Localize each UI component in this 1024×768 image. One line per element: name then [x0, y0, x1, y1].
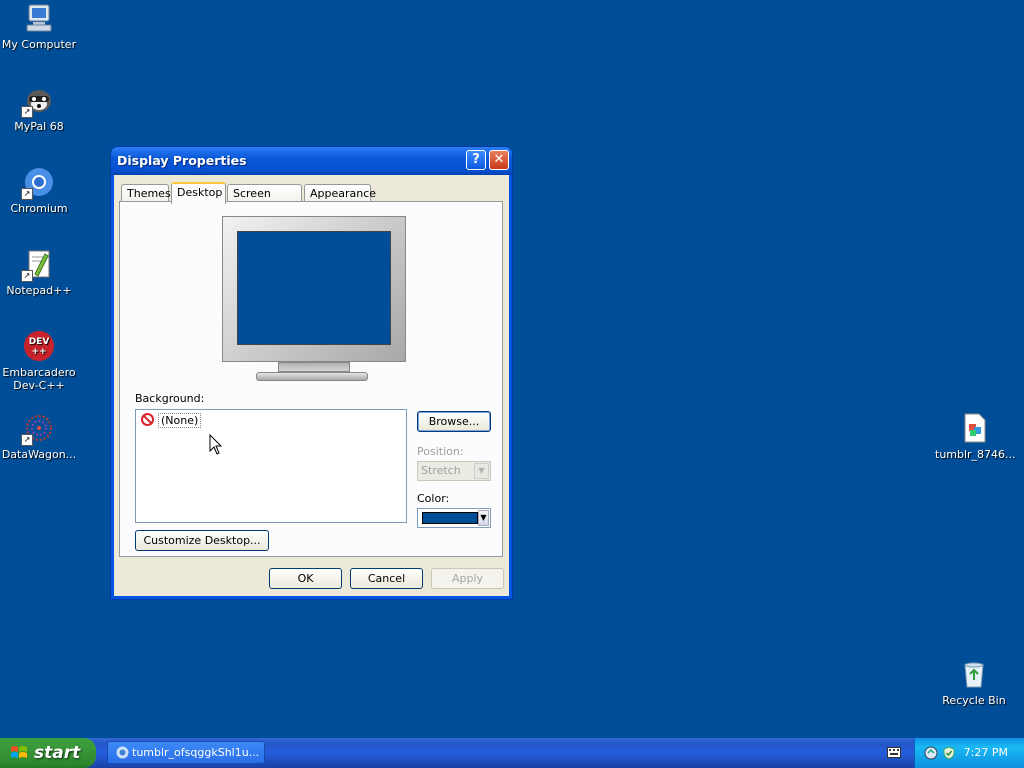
title-bar[interactable]: Display Properties ? ✕	[111, 147, 512, 175]
recycle-bin-icon	[958, 658, 990, 690]
start-label: start	[34, 743, 81, 763]
close-icon: ✕	[493, 152, 505, 167]
color-label: Color:	[417, 492, 450, 505]
taskbar-window-label: tumblr_ofsqggkShl1u...	[132, 746, 260, 759]
desktop-icon-notepadpp[interactable]: ↗ Notepad++	[0, 248, 78, 297]
help-button[interactable]: ?	[466, 150, 486, 170]
apply-button[interactable]: Apply	[431, 568, 504, 589]
desktop-icon-my-computer[interactable]: My Computer	[0, 2, 78, 51]
tab-themes[interactable]: Themes	[121, 184, 171, 202]
desktop-icon-mypal[interactable]: ↗ MyPal 68	[0, 84, 78, 133]
desktop-icon-label: Chromium	[10, 202, 68, 215]
desktop-icon-label: Recycle Bin	[942, 694, 1006, 707]
windows-logo-icon	[11, 746, 27, 758]
cancel-button[interactable]: Cancel	[350, 568, 423, 589]
shortcut-arrow-icon: ↗	[21, 106, 33, 118]
position-value: Stretch	[421, 464, 461, 477]
help-icon: ?	[472, 152, 480, 167]
display-properties-dialog: Display Properties ? ✕ Themes Desktop Sc…	[111, 147, 512, 599]
svg-text:DEV: DEV	[29, 337, 50, 347]
chromium-icon	[116, 746, 129, 759]
dialog-client-area: Themes Desktop Screen Saver Appearance B…	[114, 175, 509, 596]
tab-screen-saver[interactable]: Screen Saver	[227, 184, 302, 217]
image-file-icon	[958, 412, 990, 444]
security-shield-icon[interactable]	[942, 746, 956, 760]
tab-desktop[interactable]: Desktop	[171, 182, 226, 204]
network-icon[interactable]	[924, 746, 938, 760]
position-label: Position:	[417, 445, 464, 458]
desktop-icon-label: DataWagon...	[1, 448, 77, 461]
ok-button[interactable]: OK	[269, 568, 342, 589]
browse-button[interactable]: Browse...	[417, 411, 491, 432]
start-button[interactable]: start	[0, 738, 96, 768]
color-swatch	[422, 512, 478, 524]
tab-appearance[interactable]: Appearance	[304, 184, 376, 202]
desktop-icon-label: My Computer	[1, 38, 77, 51]
keyboard-icon[interactable]	[887, 747, 901, 758]
desktop-icon-devcpp[interactable]: DEV ++ Embarcadero Dev-C++	[0, 330, 78, 392]
desktop-icon-recycle-bin[interactable]: Recycle Bin	[935, 658, 1013, 707]
none-icon	[141, 413, 154, 426]
system-tray: 7:27 PM	[914, 738, 1024, 768]
desktop-icon-chromium[interactable]: ↗ Chromium	[0, 166, 78, 215]
devcpp-icon: DEV ++	[23, 330, 55, 362]
my-computer-icon	[23, 2, 55, 34]
datawagon-icon: ↗	[21, 412, 55, 446]
position-select[interactable]: Stretch ▼	[417, 461, 491, 481]
monitor-bezel	[222, 216, 406, 362]
mouse-cursor-icon	[209, 434, 223, 455]
shortcut-arrow-icon: ↗	[21, 270, 33, 282]
chevron-down-icon: ▼	[474, 463, 489, 479]
desktop-tab-panel: Background: (None) Browse... Position: S…	[119, 201, 503, 557]
customize-desktop-button[interactable]: Customize Desktop...	[135, 530, 269, 551]
svg-text:++: ++	[31, 347, 46, 357]
list-item-label: (None)	[158, 413, 202, 428]
desktop-icon-tumblr-file[interactable]: tumblr_8746...	[935, 412, 1016, 461]
list-item[interactable]: (None)	[141, 413, 202, 429]
monitor-preview	[220, 216, 408, 388]
color-picker-button[interactable]: ▼	[417, 508, 491, 528]
monitor-neck	[278, 362, 350, 372]
chevron-down-icon: ▼	[478, 510, 489, 526]
background-label: Background:	[135, 392, 205, 405]
shortcut-arrow-icon: ↗	[21, 434, 33, 446]
shortcut-arrow-icon: ↗	[21, 188, 33, 200]
monitor-screen-preview	[237, 231, 391, 345]
clock[interactable]: 7:27 PM	[964, 746, 1008, 759]
desktop-icon-label: Notepad++	[6, 284, 72, 297]
chromium-icon: ↗	[21, 166, 55, 200]
close-button[interactable]: ✕	[489, 150, 509, 170]
desktop-icon-label: Embarcadero Dev-C++	[2, 366, 76, 392]
taskbar: start tumblr_ofsqggkShl1u... 7:27 PM	[0, 738, 1024, 768]
notepadpp-icon: ↗	[21, 248, 55, 282]
monitor-base	[256, 372, 368, 381]
background-listbox[interactable]: (None)	[135, 409, 407, 523]
mypal-icon: ↗	[21, 84, 55, 118]
taskbar-window-button[interactable]: tumblr_ofsqggkShl1u...	[107, 741, 265, 764]
desktop-icon-label: tumblr_8746...	[935, 448, 1016, 461]
desktop-icon-datawagon[interactable]: ↗ DataWagon...	[0, 412, 78, 461]
dialog-title: Display Properties	[117, 153, 247, 168]
desktop-icon-label: MyPal 68	[14, 120, 64, 133]
